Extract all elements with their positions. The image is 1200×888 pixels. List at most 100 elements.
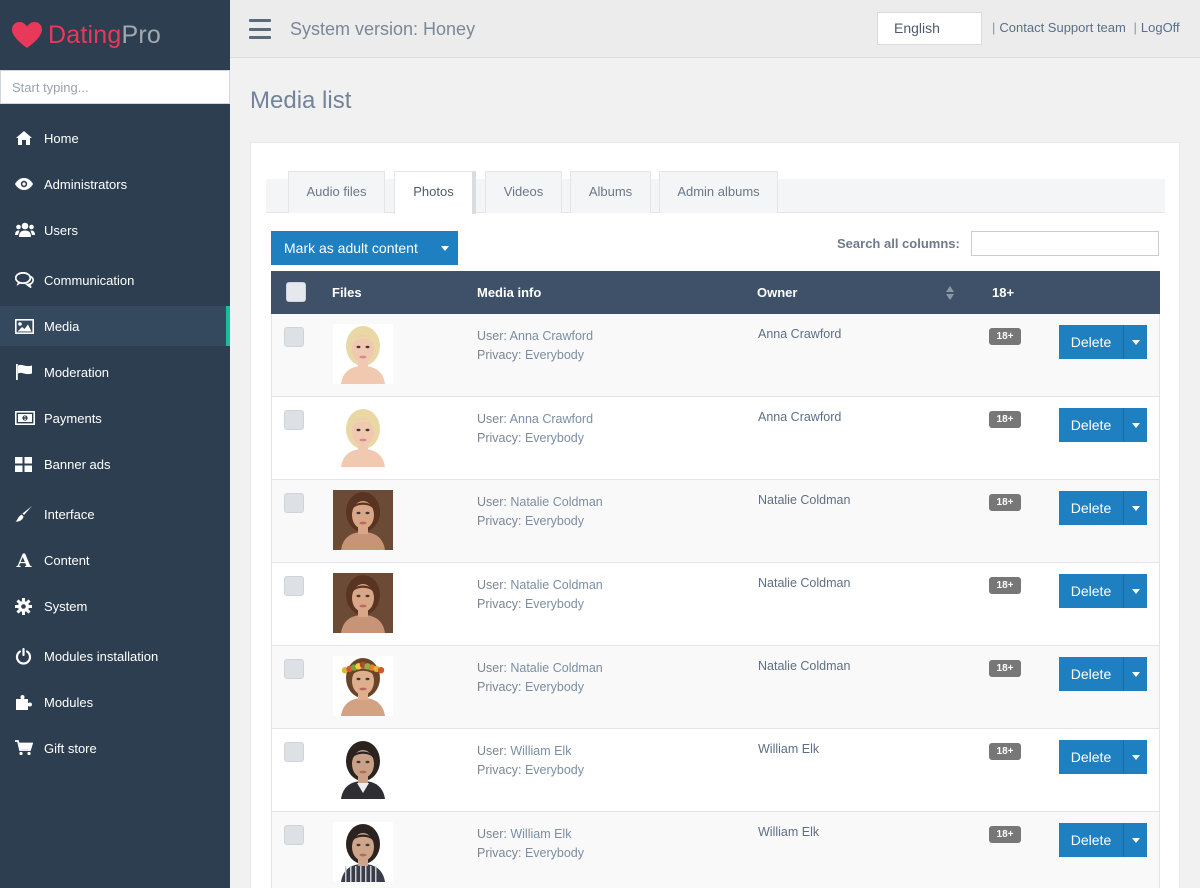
user-link[interactable]: Natalie Coldman bbox=[510, 661, 602, 675]
sidebar-item-communication[interactable]: Communication bbox=[0, 260, 230, 300]
caret-down-icon bbox=[441, 246, 449, 251]
tab-albums[interactable]: Albums bbox=[570, 171, 651, 213]
language-select[interactable]: English bbox=[877, 12, 982, 45]
table-row: User: William Elk Privacy: Everybody Wil… bbox=[271, 812, 1160, 888]
delete-dropdown-caret-icon[interactable] bbox=[1123, 823, 1147, 857]
photo-thumbnail-brunette-woman[interactable] bbox=[333, 490, 393, 550]
delete-button[interactable]: Delete bbox=[1059, 491, 1123, 525]
sidebar-item-home[interactable]: Home bbox=[0, 118, 230, 158]
sidebar-item-administrators[interactable]: Administrators bbox=[0, 164, 230, 204]
privacy-value: Everybody bbox=[524, 763, 584, 777]
photo-thumbnail-blonde-woman[interactable] bbox=[333, 324, 393, 384]
logoff-link[interactable]: LogOff bbox=[1141, 20, 1180, 35]
sidebar-item-system[interactable]: System bbox=[0, 586, 230, 626]
sidebar-item-label: Communication bbox=[44, 272, 135, 288]
logo-text: DatingPro bbox=[48, 20, 161, 49]
owner-link[interactable]: William Elk bbox=[758, 742, 819, 756]
media-info: User: Anna Crawford Privacy: Everybody bbox=[477, 412, 594, 445]
menu-toggle-icon[interactable] bbox=[249, 19, 271, 39]
sidebar-item-content[interactable]: A Content bbox=[0, 540, 230, 580]
user-link[interactable]: William Elk bbox=[510, 744, 571, 758]
column-owner[interactable]: Owner bbox=[757, 271, 797, 314]
user-link[interactable]: William Elk bbox=[510, 827, 571, 841]
owner-link[interactable]: Anna Crawford bbox=[758, 410, 841, 424]
privacy-value: Everybody bbox=[524, 431, 584, 445]
photo-thumbnail-brunette-woman[interactable] bbox=[333, 573, 393, 633]
row-checkbox[interactable] bbox=[284, 410, 304, 430]
table-row: User: William Elk Privacy: Everybody Wil… bbox=[271, 729, 1160, 812]
tab-admin-albums[interactable]: Admin albums bbox=[659, 171, 778, 213]
photo-thumbnail-woman-flower-wreath[interactable] bbox=[333, 656, 393, 716]
sort-icon[interactable] bbox=[946, 285, 954, 301]
heart-icon bbox=[12, 21, 42, 48]
delete-dropdown-caret-icon[interactable] bbox=[1123, 740, 1147, 774]
sidebar-item-users[interactable]: Users bbox=[0, 210, 230, 250]
delete-button[interactable]: Delete bbox=[1059, 574, 1123, 608]
delete-dropdown-caret-icon[interactable] bbox=[1123, 408, 1147, 442]
row-checkbox[interactable] bbox=[284, 659, 304, 679]
user-link[interactable]: Anna Crawford bbox=[510, 329, 593, 343]
column-media-info[interactable]: Media info bbox=[477, 271, 541, 314]
owner-link[interactable]: Natalie Coldman bbox=[758, 659, 850, 673]
sidebar-item-label: Gift store bbox=[44, 740, 97, 756]
sidebar-item-label: Modules installation bbox=[44, 648, 159, 664]
row-checkbox[interactable] bbox=[284, 825, 304, 845]
delete-button[interactable]: Delete bbox=[1059, 823, 1123, 857]
user-link[interactable]: Natalie Coldman bbox=[510, 578, 602, 592]
sidebar-item-banner-ads[interactable]: Banner ads bbox=[0, 444, 230, 484]
delete-dropdown-caret-icon[interactable] bbox=[1123, 574, 1147, 608]
sidebar-search-input[interactable] bbox=[0, 70, 230, 104]
table-row: User: Anna Crawford Privacy: Everybody A… bbox=[271, 397, 1160, 480]
contact-support-link[interactable]: Contact Support team bbox=[999, 20, 1125, 35]
sidebar-item-interface[interactable]: Interface bbox=[0, 494, 230, 534]
user-link[interactable]: Anna Crawford bbox=[510, 412, 593, 426]
tab-videos[interactable]: Videos bbox=[485, 171, 562, 213]
photo-thumbnail-man-striped-shirt[interactable] bbox=[333, 822, 393, 882]
logo[interactable]: DatingPro bbox=[0, 0, 230, 70]
adult-badge: 18+ bbox=[989, 826, 1021, 843]
mark-adult-content-button[interactable]: Mark as adult content bbox=[271, 231, 458, 265]
delete-button[interactable]: Delete bbox=[1059, 408, 1123, 442]
row-checkbox[interactable] bbox=[284, 327, 304, 347]
owner-link[interactable]: Natalie Coldman bbox=[758, 576, 850, 590]
delete-dropdown-caret-icon[interactable] bbox=[1123, 325, 1147, 359]
sidebar-item-label: Media bbox=[44, 318, 80, 334]
search-all-columns-input[interactable] bbox=[971, 231, 1159, 256]
row-checkbox[interactable] bbox=[284, 493, 304, 513]
owner-link[interactable]: William Elk bbox=[758, 825, 819, 839]
sidebar-item-modules[interactable]: Modules bbox=[0, 682, 230, 722]
top-header: System version: Honey English | Contact S… bbox=[230, 0, 1200, 58]
photo-thumbnail-blonde-woman[interactable] bbox=[333, 407, 393, 467]
select-all-checkbox[interactable] bbox=[286, 282, 306, 302]
svg-text:1: 1 bbox=[23, 416, 26, 422]
image-icon bbox=[15, 318, 44, 334]
sidebar-item-moderation[interactable]: Moderation bbox=[0, 352, 230, 392]
tab-photos[interactable]: Photos bbox=[394, 171, 476, 214]
tab-audio-files[interactable]: Audio files bbox=[288, 171, 385, 213]
column-files[interactable]: Files bbox=[332, 271, 362, 314]
adult-badge: 18+ bbox=[989, 494, 1021, 511]
delete-button[interactable]: Delete bbox=[1059, 657, 1123, 691]
row-checkbox[interactable] bbox=[284, 576, 304, 596]
user-link[interactable]: Natalie Coldman bbox=[510, 495, 602, 509]
owner-link[interactable]: Anna Crawford bbox=[758, 327, 841, 341]
table-row: User: Natalie Coldman Privacy: Everybody… bbox=[271, 563, 1160, 646]
sidebar-item-payments[interactable]: 1 Payments bbox=[0, 398, 230, 438]
sidebar-item-label: Administrators bbox=[44, 176, 128, 192]
row-checkbox[interactable] bbox=[284, 742, 304, 762]
column-adult[interactable]: 18+ bbox=[992, 271, 1014, 314]
delete-dropdown-caret-icon[interactable] bbox=[1123, 657, 1147, 691]
media-info: User: Natalie Coldman Privacy: Everybody bbox=[477, 578, 603, 611]
sidebar-item-media[interactable]: Media bbox=[0, 306, 230, 346]
delete-dropdown-caret-icon[interactable] bbox=[1123, 491, 1147, 525]
delete-button[interactable]: Delete bbox=[1059, 325, 1123, 359]
sidebar-item-modules-installation[interactable]: Modules installation bbox=[0, 636, 230, 676]
sidebar-item-gift-store[interactable]: Gift store bbox=[0, 728, 230, 768]
table-row: User: Anna Crawford Privacy: Everybody A… bbox=[271, 314, 1160, 397]
adult-badge: 18+ bbox=[989, 411, 1021, 428]
photo-thumbnail-man-dark-jacket[interactable] bbox=[333, 739, 393, 799]
sidebar-item-label: Home bbox=[44, 130, 79, 146]
delete-button[interactable]: Delete bbox=[1059, 740, 1123, 774]
owner-link[interactable]: Natalie Coldman bbox=[758, 493, 850, 507]
privacy-value: Everybody bbox=[524, 680, 584, 694]
